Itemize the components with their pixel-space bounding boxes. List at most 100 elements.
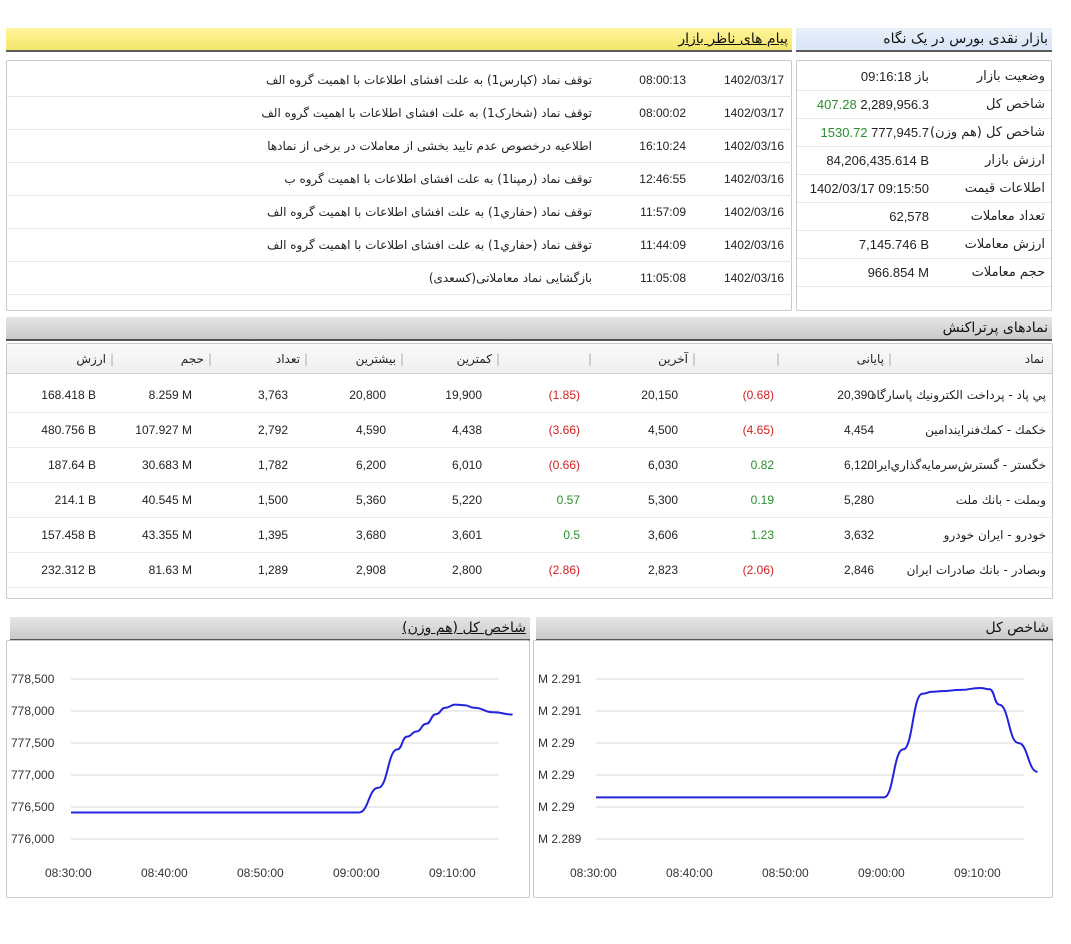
last-price: 20,150 (641, 388, 678, 402)
trade-value: 214.1 B (54, 493, 96, 507)
close-price: 6,120 (843, 458, 874, 472)
top-symbols-table: نماد |پایانی | |آخرین | |کمترین |بیشترین… (6, 343, 1054, 599)
symbol-name: وبملت - بانك ملت (955, 493, 1046, 507)
message-row[interactable]: 1402/03/16 16:10:24 اطلاعیه درخصوص عدم تای… (7, 130, 792, 163)
trade-volume: 40.545 M (141, 493, 192, 507)
x-tick-label: 08:40:00 (666, 866, 713, 880)
message-date: 1402/03/17 (723, 73, 784, 87)
close-price: 4,454 (843, 423, 874, 437)
message-text: بازگشایی نماد معاملاتی(کسعدی) (428, 271, 592, 285)
message-text: توقف نماد (حفاري1) به علت افشای اطلاعات … (267, 205, 592, 219)
glance-value: 7,145.746 B (858, 237, 929, 252)
y-tick-label: M 2.29 (538, 768, 575, 782)
close-price: 20,390 (837, 388, 874, 402)
table-row[interactable]: خگستر - گسترش‌سرمايه‌گذاري‌ايرا... 6,120 0… (7, 448, 1054, 483)
glance-change: 407.28 (816, 97, 857, 112)
x-tick-label: 08:30:00 (570, 866, 617, 880)
message-time: 08:00:02 (639, 106, 686, 120)
equal-weight-index-chart: 776,000 776,500 777,000 777,500 778,000 778,5… (6, 640, 530, 898)
message-text: توقف نماد (رمپنا1) به علت افشای اطلاعات … (284, 172, 592, 186)
message-row[interactable]: 1402/03/16 11:05:08 بازگشایی نماد معاملاتی… (7, 262, 792, 295)
message-row[interactable]: 1402/03/17 08:00:02 توقف نماد (شخارک1) به … (7, 97, 792, 130)
message-row[interactable]: 1402/03/16 12:46:55 توقف نماد (رمپنا1) به … (7, 163, 792, 196)
high-price: 4,590 (355, 423, 386, 437)
col-header-value[interactable]: |ارزش (76, 344, 114, 374)
main-index-chart: M 2.289 M 2.29 M 2.29 M 2.29 M 2.291 M 2.291 0… (533, 640, 1053, 898)
top-symbols-header: نمادهای پرتراکنش (6, 317, 1052, 341)
col-header-count-label: تعداد (275, 352, 300, 366)
col-header-high[interactable]: |بیشترین (356, 344, 404, 374)
main-index-chart-title: شاخص کل (985, 620, 1049, 636)
x-tick-label: 08:30:00 (45, 866, 92, 880)
main-index-chart-header: شاخص کل (536, 617, 1053, 641)
last-price: 2,823 (647, 563, 678, 577)
y-tick-label: 778,000 (11, 704, 55, 718)
col-header-last-change[interactable]: | (584, 344, 592, 374)
message-date: 1402/03/17 (723, 106, 784, 120)
glance-value: 1402/03/17 09:15:50 (809, 181, 929, 196)
messages-panel-header: پیام های ناظر بازار (6, 28, 792, 52)
col-header-low-label: کمترین (456, 352, 492, 366)
glance-value-text: 2,289,956.3 (860, 97, 929, 112)
symbol-name: پي پاد - پرداخت الكترونيك پاسارگاد (871, 388, 1046, 402)
col-header-count[interactable]: |تعداد (276, 344, 308, 374)
trade-count: 1,500 (257, 493, 288, 507)
close-change: 0.82 (750, 458, 774, 472)
col-header-high-label: بیشترین (355, 352, 396, 366)
glance-value: 407.28 2,289,956.3 (817, 97, 929, 112)
trade-count: 1,782 (257, 458, 288, 472)
col-header-close-change[interactable]: | (772, 344, 780, 374)
col-header-volume-label: حجم (180, 352, 204, 366)
trade-volume: 30.683 M (141, 458, 192, 472)
message-row[interactable]: 1402/03/16 11:57:09 توقف نماد (حفاري1) به … (7, 196, 792, 229)
col-header-close[interactable]: |پایانی (857, 344, 892, 374)
table-row[interactable]: خكمك - كمك‌فنرايندامين 4,454 (4.65) 4,500 (3… (7, 413, 1054, 448)
x-tick-label: 09:10:00 (954, 866, 1001, 880)
table-row[interactable]: پي پاد - پرداخت الكترونيك پاسارگاد 20,390… (7, 378, 1054, 413)
message-text: توقف نماد (کپارس1) به علت افشای اطلاعات … (265, 73, 592, 87)
messages-panel-title: پیام های ناظر بازار (678, 31, 788, 47)
glance-row: اطلاعات قیمت 1402/03/17 09:15:50 (797, 175, 1051, 203)
col-header-low[interactable]: |کمترین (457, 344, 500, 374)
last-change: 0.57 (556, 493, 580, 507)
table-row[interactable]: وبملت - بانك ملت 5,280 0.19 5,300 0.57 5,220 5… (7, 483, 1054, 518)
glance-row: تعداد معاملات 62,578 (797, 203, 1051, 231)
col-header-volume[interactable]: |حجم (181, 344, 212, 374)
message-text: اطلاعیه درخصوص عدم تایید بخشی از معاملات… (267, 139, 592, 153)
col-header-last[interactable]: |آخرین (658, 344, 696, 374)
y-tick-label: 778,500 (11, 672, 55, 686)
glance-label: شاخص کل (هم وزن) (929, 125, 1045, 140)
trade-count: 1,289 (257, 563, 288, 577)
message-text: توقف نماد (شخارک1) به علت افشای اطلاعات … (261, 106, 592, 120)
message-date: 1402/03/16 (723, 205, 784, 219)
trade-value: 232.312 B (41, 563, 96, 577)
top-symbols-title: نمادهای پرتراکنش (942, 320, 1048, 336)
low-price: 5,220 (451, 493, 482, 507)
close-change: 0.19 (750, 493, 774, 507)
message-row[interactable]: 1402/03/17 08:00:13 توقف نماد (کپارس1) به … (7, 64, 792, 97)
y-tick-label: M 2.29 (538, 800, 575, 814)
col-header-symbol[interactable]: نماد (1025, 344, 1044, 374)
y-tick-label: 776,000 (11, 832, 55, 846)
last-price: 6,030 (647, 458, 678, 472)
glance-value: 1530.72 777,945.7 (821, 125, 929, 140)
message-row[interactable]: 1402/03/16 11:44:09 توقف نماد (حفاري1) به … (7, 229, 792, 262)
symbol-name: خودرو - ايران خودرو (943, 528, 1046, 542)
high-price: 2,908 (355, 563, 386, 577)
y-tick-label: M 2.289 (538, 832, 582, 846)
table-row[interactable]: وبصادر - بانك صادرات ايران 2,846 (2.06) 2,8… (7, 553, 1054, 588)
glance-change: 1530.72 (820, 125, 868, 140)
high-price: 3,680 (355, 528, 386, 542)
y-tick-label: M 2.291 (538, 672, 582, 686)
close-price: 2,846 (843, 563, 874, 577)
glance-label: تعداد معاملات (970, 209, 1045, 224)
table-row[interactable]: خودرو - ايران خودرو 3,632 1.23 3,606 0.5 3,60… (7, 518, 1054, 553)
x-tick-label: 08:50:00 (237, 866, 284, 880)
message-time: 08:00:13 (639, 73, 686, 87)
low-price: 19,900 (445, 388, 482, 402)
glance-row: شاخص کل (هم وزن) 1530.72 777,945.7 (797, 119, 1051, 147)
high-price: 20,800 (349, 388, 386, 402)
message-text: توقف نماد (حفاري1) به علت افشای اطلاعات … (267, 238, 592, 252)
glance-label: ارزش بازار (985, 153, 1045, 168)
equal-weight-index-chart-svg: 776,000 776,500 777,000 777,500 778,000 778,5… (11, 672, 513, 880)
